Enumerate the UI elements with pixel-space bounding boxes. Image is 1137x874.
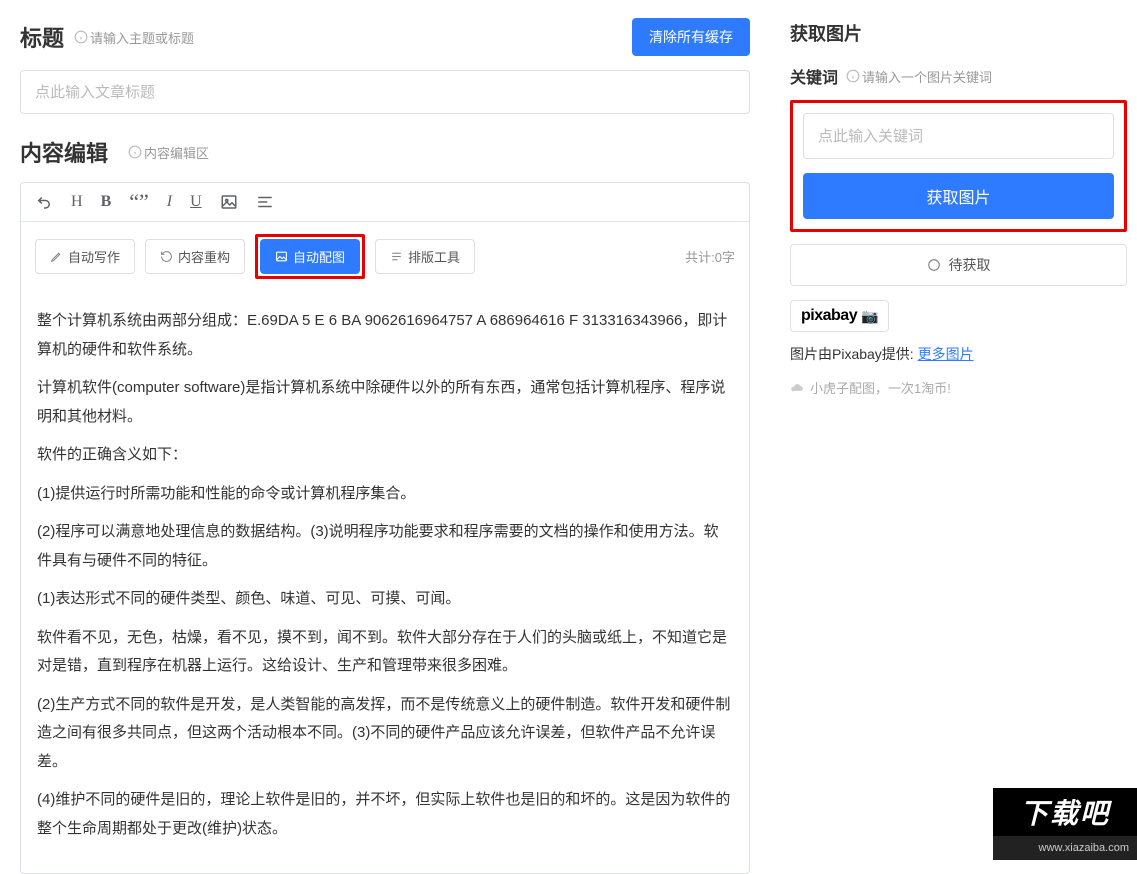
article-paragraph: 计算机软件(computer software)是指计算机系统中除硬件以外的所有… (37, 374, 733, 431)
highlight-keyword-box: 获取图片 (790, 100, 1127, 232)
info-icon (846, 69, 860, 83)
keyword-hint-text: 请输入一个图片关键词 (862, 67, 992, 86)
main-column: 标题 请输入主题或标题 清除所有缓存 内容编辑 内容编辑区 H B “” I U (0, 0, 770, 874)
article-paragraph: (1)表达形式不同的硬件类型、颜色、味道、可见、可摸、可闻。 (37, 585, 733, 614)
refresh-icon (160, 250, 173, 263)
content-header-row: 内容编辑 内容编辑区 (20, 136, 750, 168)
heading-button[interactable]: H (71, 193, 83, 211)
tip-text: 小虎子配图，一次1淘币! (810, 378, 951, 397)
credit-prefix: 图片由Pixabay提供: (790, 346, 914, 362)
watermark-brand: 下载吧 (993, 788, 1137, 836)
fetch-image-title: 获取图片 (790, 24, 862, 44)
editor-toolbar: H B “” I U (21, 183, 749, 222)
content-hint-text: 内容编辑区 (144, 143, 209, 162)
pending-status: 待获取 (790, 244, 1127, 286)
cloud-icon (790, 381, 804, 395)
image-icon (275, 250, 288, 263)
keyword-header-row: 关键词 请输入一个图片关键词 (790, 64, 1127, 88)
auto-image-button[interactable]: 自动配图 (260, 239, 360, 274)
side-column: 获取图片 关键词 请输入一个图片关键词 获取图片 待获取 pixabay 📷 图… (770, 0, 1137, 874)
highlight-auto-image: 自动配图 (255, 234, 365, 279)
editor-actions: 自动写作 内容重构 自动配图 排版工具 共计:0字 (21, 222, 749, 291)
circle-icon (927, 258, 941, 272)
image-icon[interactable] (220, 193, 238, 211)
pencil-icon (50, 250, 63, 263)
auto-write-button[interactable]: 自动写作 (35, 239, 135, 274)
title-hint-text: 请输入主题或标题 (90, 28, 194, 47)
pending-text: 待获取 (949, 255, 991, 275)
watermark: 下载吧 www.xiazaiba.com (993, 788, 1137, 860)
title-hint: 请输入主题或标题 (74, 28, 194, 47)
content-hint: 内容编辑区 (128, 143, 209, 162)
info-icon (128, 145, 142, 159)
quote-button[interactable]: “” (129, 196, 149, 208)
article-paragraph: 软件的正确含义如下： (37, 441, 733, 470)
more-images-link[interactable]: 更多图片 (918, 346, 974, 362)
title-label: 标题 (20, 21, 64, 53)
watermark-url: www.xiazaiba.com (993, 836, 1137, 860)
tip-row: 小虎子配图，一次1淘币! (790, 378, 1127, 397)
pixabay-badge: pixabay 📷 (790, 300, 889, 332)
italic-button[interactable]: I (167, 193, 172, 211)
content-label: 内容编辑 (20, 136, 108, 168)
align-icon[interactable] (256, 193, 274, 211)
info-icon (74, 30, 88, 44)
article-body[interactable]: 整个计算机系统由两部分组成：E.69DA 5 E 6 BA 9062616964… (21, 291, 749, 873)
keyword-input[interactable] (803, 113, 1114, 159)
fetch-image-button[interactable]: 获取图片 (803, 173, 1114, 219)
clear-cache-button[interactable]: 清除所有缓存 (632, 18, 750, 56)
content-restructure-button[interactable]: 内容重构 (145, 239, 245, 274)
article-title-input[interactable] (20, 70, 750, 114)
keyword-label: 关键词 (790, 64, 838, 88)
article-paragraph: (2)程序可以满意地处理信息的数据结构。(3)说明程序功能要求和程序需要的文档的… (37, 518, 733, 575)
layout-icon (390, 250, 403, 263)
bold-button[interactable]: B (101, 193, 112, 211)
article-paragraph: (1)提供运行时所需功能和性能的命令或计算机程序集合。 (37, 480, 733, 509)
word-count: 共计:0字 (685, 247, 735, 266)
article-paragraph: (4)维护不同的硬件是旧的，理论上软件是旧的，并不坏，但实际上软件也是旧的和坏的… (37, 786, 733, 843)
layout-tool-button[interactable]: 排版工具 (375, 239, 475, 274)
editor: H B “” I U 自动写作 内容重构 (20, 182, 750, 874)
article-paragraph: 整个计算机系统由两部分组成：E.69DA 5 E 6 BA 9062616964… (37, 307, 733, 364)
pixabay-text: pixabay (801, 307, 857, 325)
underline-button[interactable]: U (190, 193, 202, 211)
camera-icon: 📷 (861, 308, 878, 325)
article-paragraph: 软件看不见，无色，枯燥，看不见，摸不到，闻不到。软件大部分存在于人们的头脑或纸上… (37, 624, 733, 681)
undo-icon[interactable] (35, 193, 53, 211)
article-paragraph: (2)生产方式不同的软件是开发，是人类智能的高发挥，而不是传统意义上的硬件制造。… (37, 691, 733, 777)
keyword-hint: 请输入一个图片关键词 (846, 67, 992, 86)
image-credit: 图片由Pixabay提供: 更多图片 (790, 344, 1127, 364)
title-header-row: 标题 请输入主题或标题 清除所有缓存 (20, 18, 750, 56)
fetch-image-section: 获取图片 (790, 20, 1127, 46)
